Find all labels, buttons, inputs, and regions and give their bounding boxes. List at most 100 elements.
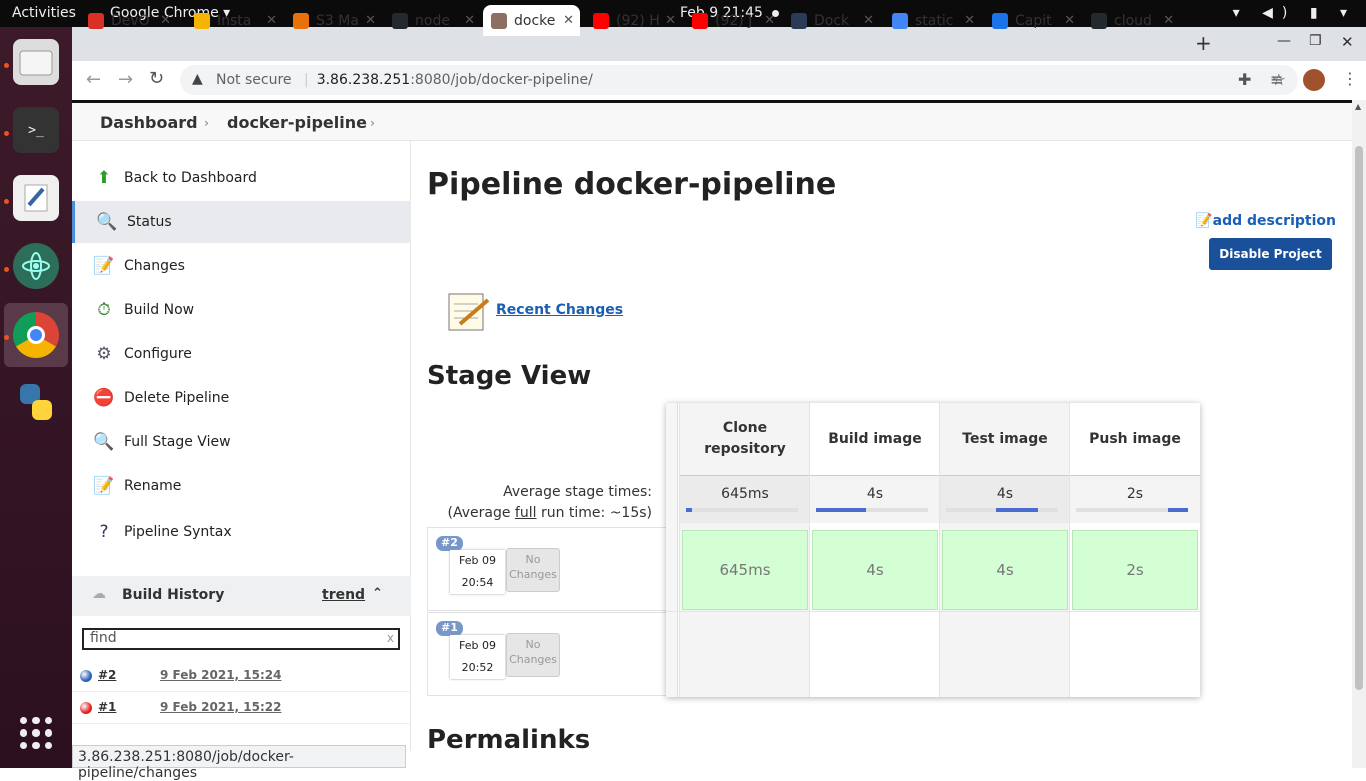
build-number-link[interactable]: #2 [98, 668, 116, 682]
tab-close-icon[interactable]: ✕ [863, 13, 874, 28]
tab-title: docke [514, 12, 556, 29]
not-secure-label: Not secure [216, 72, 292, 88]
sidebar-item[interactable]: 🔍 Status [72, 201, 411, 243]
stage-cell-empty [812, 613, 938, 693]
sidebar-item[interactable]: 📝 Rename [72, 465, 411, 507]
stage-cell-success[interactable]: 4s [942, 530, 1068, 610]
full-run-link[interactable]: full [515, 505, 537, 521]
sidebar-item[interactable]: ⬆ Back to Dashboard [72, 157, 411, 199]
stage-duration: 2s [1126, 561, 1144, 579]
main-panel: Pipeline docker-pipeline 📝add descriptio… [412, 141, 1352, 768]
tab-close-icon[interactable]: ✕ [1163, 13, 1174, 28]
browser-tab[interactable]: (92) J ✕ [684, 5, 781, 36]
address-bar[interactable]: ▲ Not secure | 3.86.238.251:8080/job/dock… [180, 65, 1298, 95]
page-title: Pipeline docker-pipeline [427, 167, 837, 202]
recent-changes-link[interactable]: Recent Changes [496, 302, 623, 318]
scrollbar-thumb[interactable] [1355, 146, 1363, 690]
stage-view-heading: Stage View [427, 361, 592, 391]
sidebar-item[interactable]: ⏱ Build Now [72, 289, 411, 331]
collapse-chevron-icon[interactable]: ⌃ [372, 586, 383, 601]
sidebar-item[interactable]: 🔍 Full Stage View [72, 421, 411, 463]
new-tab-button[interactable]: + [1195, 31, 1212, 55]
tab-close-icon[interactable]: ✕ [563, 13, 574, 28]
gear-icon: ⚙ [96, 344, 112, 364]
tab-close-icon[interactable]: ✕ [665, 13, 676, 28]
sidebar-item[interactable]: 📝 Changes [72, 245, 411, 287]
running-indicator [4, 335, 9, 340]
add-description-link[interactable]: 📝add description [1195, 213, 1336, 229]
browser-tab[interactable]: cloud ✕ [1083, 5, 1180, 36]
tab-close-icon[interactable]: ✕ [764, 13, 775, 28]
browser-tab[interactable]: Dock ✕ [783, 5, 880, 36]
reload-icon[interactable]: ↻ [149, 68, 164, 89]
tab-close-icon[interactable]: ✕ [1064, 13, 1075, 28]
browser-tab[interactable]: (92) H ✕ [585, 5, 682, 36]
breadcrumb-separator-icon[interactable]: › [204, 116, 209, 130]
tab-close-icon[interactable]: ✕ [160, 13, 171, 28]
tab-title: Dock [814, 12, 850, 29]
stage-cell-success[interactable]: 645ms [682, 530, 808, 610]
build-date-link[interactable]: 9 Feb 2021, 15:24 [160, 668, 281, 682]
tab-favicon-icon [593, 12, 609, 29]
row-divider [666, 611, 1200, 612]
build-history-row: #2 9 Feb 2021, 15:24 [72, 660, 411, 692]
no-changes-badge[interactable]: No Changes [506, 548, 560, 592]
sidebar-item-label: Back to Dashboard [124, 170, 257, 186]
page-scrollbar[interactable]: ▲ [1352, 100, 1366, 768]
sidebar-item[interactable]: ⚙ Configure [72, 333, 411, 375]
text-editor-icon[interactable] [13, 175, 59, 221]
back-icon[interactable]: ← [86, 69, 101, 90]
stage-header: Push image [1089, 430, 1181, 447]
chrome-icon[interactable] [13, 312, 59, 358]
breadcrumb-separator-icon[interactable]: › [370, 116, 375, 130]
build-date-link[interactable]: 9 Feb 2021, 15:22 [160, 700, 281, 714]
build-badge[interactable]: #2 [436, 536, 463, 551]
system-tray[interactable]: ▾ ◀) ▮ ▾ [1233, 5, 1356, 21]
browser-tab[interactable]: docke ✕ [483, 5, 580, 36]
chrome-menu-icon[interactable]: ⋮ [1342, 69, 1358, 88]
stage-average-time: 4s [996, 486, 1014, 502]
profile-avatar[interactable] [1303, 69, 1325, 91]
python-icon[interactable] [13, 379, 59, 425]
stage-cell-success[interactable]: 2s [1072, 530, 1198, 610]
build-badge[interactable]: #1 [436, 621, 463, 636]
browser-tab[interactable]: DevO ✕ [80, 5, 177, 36]
clear-search-icon[interactable]: x [387, 631, 394, 645]
tab-close-icon[interactable]: ✕ [266, 13, 277, 28]
files-icon[interactable] [13, 39, 59, 85]
app-grid-icon[interactable] [20, 717, 52, 749]
disable-project-button[interactable]: Disable Project [1209, 238, 1332, 270]
trend-link[interactable]: trend [322, 587, 365, 603]
stage-cell-success[interactable]: 4s [812, 530, 938, 610]
build-number-link[interactable]: #1 [98, 700, 116, 714]
breadcrumb-dashboard[interactable]: Dashboard [100, 113, 198, 132]
browser-tab[interactable]: Insta ✕ [186, 5, 283, 36]
edit-icon: 📝 [1195, 213, 1213, 229]
minimize-button[interactable]: — [1277, 33, 1291, 49]
stage-progress-fill [996, 508, 1038, 512]
terminal-icon[interactable]: >_ [13, 107, 59, 153]
tab-close-icon[interactable]: ✕ [365, 13, 376, 28]
activities-button[interactable]: Activities [12, 5, 76, 21]
build-search-input[interactable]: find x [82, 628, 400, 650]
maximize-button[interactable]: ❐ [1309, 33, 1322, 49]
sidebar-item[interactable]: ? Pipeline Syntax [72, 511, 411, 553]
browser-tab[interactable]: S3 Ma ✕ [285, 5, 382, 36]
tab-favicon-icon [491, 12, 507, 29]
sidebar-item-label: Pipeline Syntax [124, 524, 232, 540]
forward-icon[interactable]: → [118, 69, 133, 90]
extensions-icon[interactable]: ✚ [1238, 70, 1251, 89]
tab-close-icon[interactable]: ✕ [964, 13, 975, 28]
atom-icon[interactable] [13, 243, 59, 289]
build-history-header: ☁ Build History trend ⌃ [72, 576, 411, 616]
tab-close-icon[interactable]: ✕ [464, 13, 475, 28]
browser-tab[interactable]: static ✕ [884, 5, 981, 36]
no-changes-badge[interactable]: No Changes [506, 633, 560, 677]
stage-duration: 645ms [719, 561, 771, 579]
browser-tab[interactable]: node ✕ [384, 5, 481, 36]
close-window-button[interactable]: ✕ [1341, 33, 1354, 51]
browser-tab[interactable]: Capit ✕ [984, 5, 1081, 36]
sidebar-item[interactable]: ⛔ Delete Pipeline [72, 377, 411, 419]
media-control-icon[interactable]: ≡ [1270, 70, 1283, 89]
breadcrumb-job[interactable]: docker-pipeline [227, 113, 367, 132]
